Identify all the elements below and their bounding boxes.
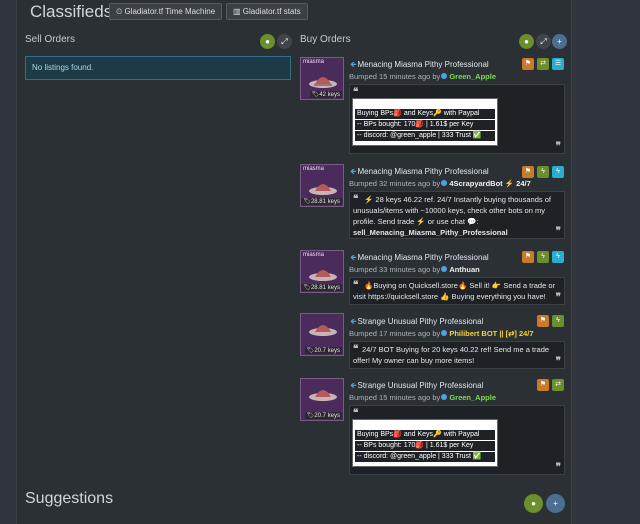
username-link[interactable]: 4ScrapyardBot ⚡ 24/7: [449, 179, 530, 188]
time-machine-button[interactable]: ⏲ Gladiator.tf Time Machine: [109, 3, 223, 20]
quote-open-icon: ❝: [353, 280, 359, 291]
hat-icon: [309, 270, 337, 281]
ascii-frame: Buying BPs🎒 and Keys🔑 with Paypal -- BPs…: [352, 419, 498, 467]
trade-icon[interactable]: ⇄: [537, 58, 549, 70]
comment-box: ❝ Buying BPs🎒 and Keys🔑 with Paypal -- B…: [349, 84, 565, 154]
item-icon[interactable]: miasma 🏷42 keys: [300, 57, 344, 100]
stats-button[interactable]: ▥ Gladiator.tf stats: [226, 3, 308, 20]
comment-box: ❝ 🔥Buying on Quicksell.store🔥 Sell it! 👉…: [349, 277, 565, 305]
order-title[interactable]: 🡸Strange Unusual Pithy Professional: [350, 380, 483, 394]
trade-icon[interactable]: ⇄: [552, 379, 564, 391]
order-title[interactable]: 🡸Menacing Miasma Pithy Professional: [350, 252, 489, 266]
quote-open-icon: ❝: [353, 408, 359, 419]
no-listings-alert: No listings found.: [25, 56, 291, 80]
bumped-line: Bumped 32 minutes ago by 4ScrapyardBot ⚡ …: [349, 179, 531, 188]
arrow-left-icon: 🡸: [350, 60, 357, 69]
lightning-icon[interactable]: ϟ: [552, 251, 564, 263]
flag-icon[interactable]: ⚑: [537, 379, 549, 391]
chart-icon: ▥: [233, 7, 243, 16]
status-dot-icon: [441, 266, 448, 272]
expand-icon[interactable]: ⤢: [536, 34, 551, 49]
price-badge: 🏷28.81 keys: [301, 198, 342, 205]
username-link[interactable]: Philibert BOT || [⇄] 24/7: [449, 329, 533, 338]
quote-close-icon: ❞: [555, 141, 561, 152]
flag-icon[interactable]: ⚑: [522, 166, 534, 178]
comment-box: ❝ 24/7 BOT Buying for 20 keys 40.22 ref!…: [349, 341, 565, 369]
sell-orders-title: Sell Orders: [25, 34, 76, 45]
status-dot-icon: [441, 73, 448, 79]
eye-icon[interactable]: ●: [260, 34, 275, 49]
expand-icon[interactable]: ⤢: [277, 34, 292, 49]
lightning-icon[interactable]: ϟ: [552, 166, 564, 178]
item-icon[interactable]: miasma 🏷28.81 keys: [300, 250, 344, 293]
quote-open-icon: ❝: [353, 87, 359, 98]
username-link[interactable]: Anthuan: [449, 265, 479, 274]
status-dot-icon: [441, 180, 448, 186]
quote-open-icon: ❝: [353, 194, 359, 205]
quote-close-icon: ❞: [555, 462, 561, 473]
buy-orders-title: Buy Orders: [300, 34, 351, 45]
hat-icon: [309, 77, 337, 88]
tag-icon: 🏷: [303, 199, 311, 205]
price-badge: 🏷28.81 keys: [301, 284, 342, 291]
suggestions-title: Suggestions: [25, 490, 114, 507]
bumped-line: Bumped 17 minutes ago by Philibert BOT ||…: [349, 329, 534, 338]
price-badge: 🏷20.7 keys: [304, 347, 342, 354]
username-link[interactable]: Green_Apple: [449, 72, 496, 81]
item-icon[interactable]: 🏷20.7 keys: [300, 378, 344, 421]
hat-icon: [309, 390, 337, 401]
quote-close-icon: ❞: [555, 356, 561, 367]
bumped-line: Bumped 15 minutes ago by Green_Apple: [349, 393, 496, 402]
flag-icon[interactable]: ⚑: [522, 251, 534, 263]
lightning-icon[interactable]: ϟ: [552, 315, 564, 327]
arrow-left-icon: 🡸: [350, 381, 357, 390]
arrow-left-icon: 🡸: [350, 253, 357, 262]
arrow-left-icon: 🡸: [350, 167, 357, 176]
tag-icon: 🏷: [303, 285, 311, 291]
bumped-line: Bumped 33 minutes ago by Anthuan: [349, 265, 480, 274]
arrow-left-icon: 🡸: [350, 317, 357, 326]
order-title[interactable]: 🡸Strange Unusual Pithy Professional: [350, 316, 483, 330]
ascii-frame: Buying BPs🎒 and Keys🔑 with Paypal -- BPs…: [352, 98, 498, 146]
item-icon[interactable]: 🏷20.7 keys: [300, 313, 344, 356]
status-dot-icon: [441, 394, 448, 400]
item-icon[interactable]: miasma 🏷28.81 keys: [300, 164, 344, 207]
chat-icon[interactable]: ☰: [552, 58, 564, 70]
username-link[interactable]: Green_Apple: [449, 393, 496, 402]
add-icon[interactable]: +: [546, 494, 565, 513]
quote-close-icon: ❞: [555, 292, 561, 303]
eye-icon[interactable]: ●: [519, 34, 534, 49]
quote-open-icon: ❝: [353, 344, 359, 355]
lightning-icon[interactable]: ϟ: [537, 251, 549, 263]
comment-box: ❝ Buying BPs🎒 and Keys🔑 with Paypal -- B…: [349, 405, 565, 475]
flag-icon[interactable]: ⚑: [537, 315, 549, 327]
lightning-icon[interactable]: ϟ: [537, 166, 549, 178]
add-icon[interactable]: +: [552, 34, 567, 49]
bumped-line: Bumped 15 minutes ago by Green_Apple: [349, 72, 496, 81]
price-badge: 🏷20.7 keys: [304, 412, 342, 419]
hat-icon: [309, 325, 337, 336]
status-dot-icon: [441, 330, 448, 336]
hat-icon: [309, 184, 337, 195]
page-title: Classifieds: [30, 2, 113, 21]
order-title[interactable]: 🡸Menacing Miasma Pithy Professional: [350, 59, 489, 73]
price-badge: 🏷42 keys: [309, 91, 342, 98]
order-title[interactable]: 🡸Menacing Miasma Pithy Professional: [350, 166, 489, 180]
flag-icon[interactable]: ⚑: [522, 58, 534, 70]
eye-icon[interactable]: ●: [524, 494, 543, 513]
comment-box: ❝ ⚡ 28 keys 46.22 ref. 24/7 Instantly bu…: [349, 191, 565, 239]
quote-close-icon: ❞: [555, 226, 561, 237]
